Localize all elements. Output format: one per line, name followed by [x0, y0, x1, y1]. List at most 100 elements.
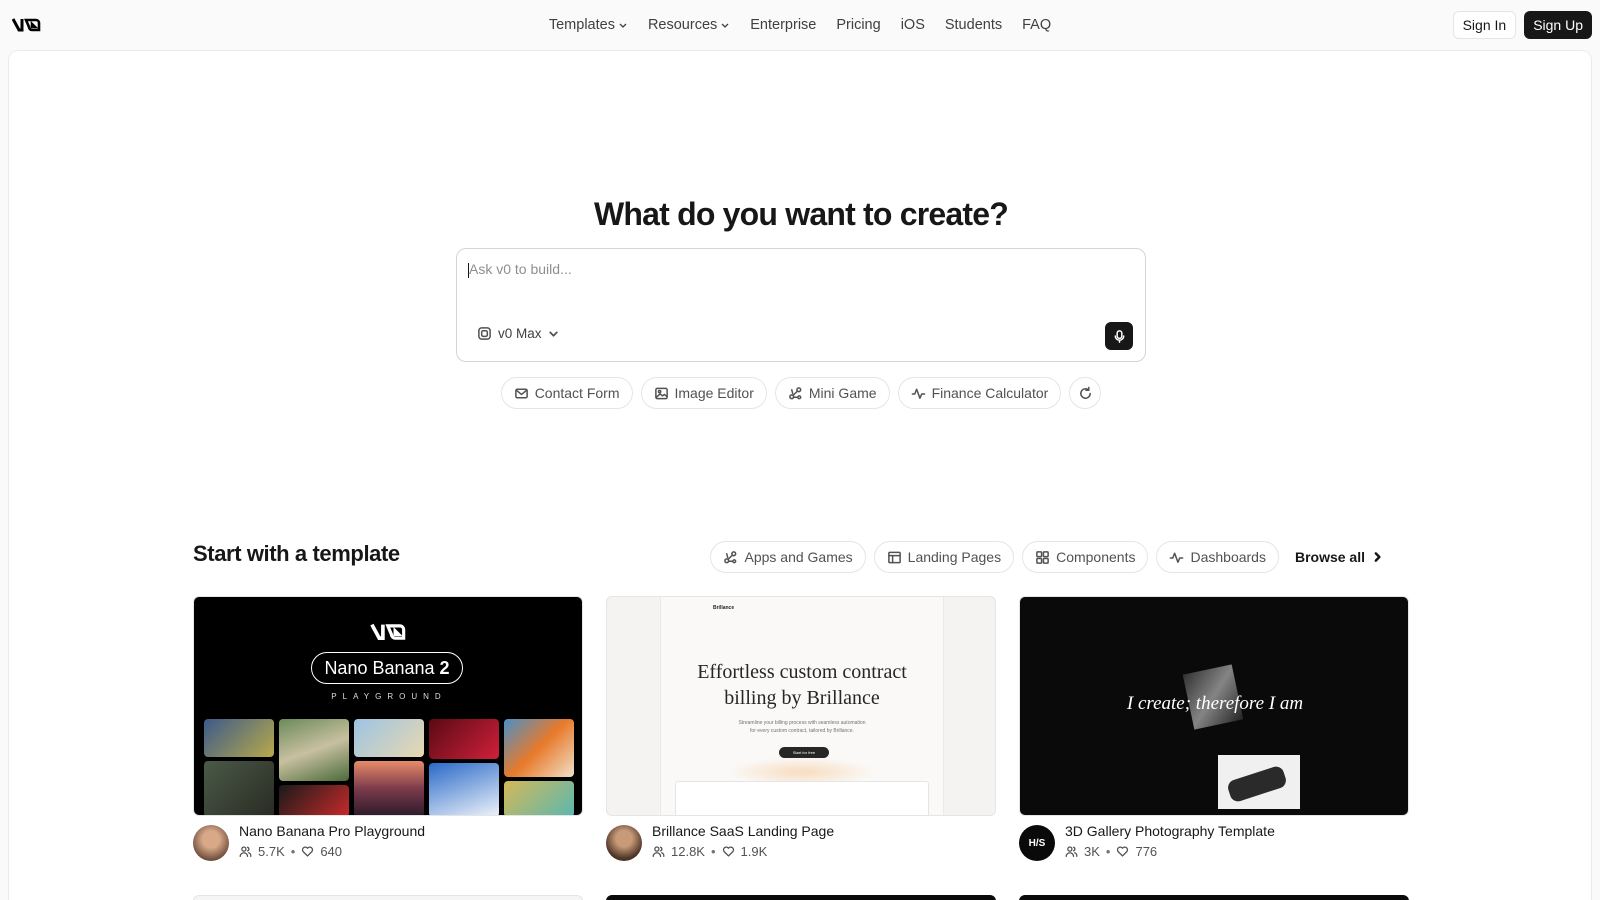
prompt-input[interactable] [469, 261, 1069, 277]
chevron-right-icon [1374, 552, 1381, 562]
nav-ios[interactable]: iOS [891, 10, 935, 40]
nav-enterprise[interactable]: Enterprise [740, 10, 826, 40]
users-icon [239, 846, 252, 858]
template-thumbnail[interactable]: I create; therefore I am [1019, 596, 1409, 816]
top-nav: Templates Resources Enterprise Pricing i… [0, 0, 1600, 50]
chevron-down-icon [721, 23, 729, 28]
filter-landing-pages[interactable]: Landing Pages [873, 541, 1015, 573]
template-card-peek[interactable] [606, 895, 996, 900]
template-card[interactable]: Brillance Effortless custom contract bil… [606, 596, 996, 861]
template-cards-row-2 [193, 895, 1409, 900]
main-panel: What do you want to create? v0 Max Conta… [8, 50, 1592, 900]
activity-icon [911, 388, 925, 399]
card-title[interactable]: Nano Banana Pro Playground [239, 823, 425, 839]
nav-links: Templates Resources Enterprise Pricing i… [0, 0, 1600, 50]
nav-templates[interactable]: Templates [539, 10, 638, 40]
image-icon [654, 387, 668, 399]
gallery-tile [504, 719, 574, 777]
preview-brand: Brillance [713, 605, 735, 611]
model-selector[interactable]: v0 Max [477, 326, 559, 341]
hero-title: What do you want to create? [594, 196, 1009, 232]
card-meta: Brillance SaaS Landing Page 12.8K • 1.9K [606, 823, 996, 861]
mail-icon [514, 388, 528, 398]
layout-icon [887, 551, 901, 563]
refresh-icon [1079, 386, 1091, 399]
nav-students[interactable]: Students [935, 10, 1012, 40]
gallery-tile [354, 761, 424, 815]
card-title[interactable]: Brillance SaaS Landing Page [652, 823, 834, 839]
avatar[interactable] [193, 825, 229, 861]
suggestion-chips: Contact Form Image Editor Mini Game Fina… [9, 377, 1593, 409]
suggestion-finance-calculator[interactable]: Finance Calculator [897, 377, 1062, 409]
suggestion-mini-game[interactable]: Mini Game [774, 377, 890, 409]
template-cards: Nano Banana 2 PLAYGROUND Nano Banana Pro [193, 596, 1409, 861]
suggestion-image-editor[interactable]: Image Editor [640, 377, 767, 409]
thumbnail-badge: Nano Banana 2 [311, 652, 463, 684]
gallery-tile [504, 781, 574, 815]
filter-dashboards[interactable]: Dashboards [1156, 541, 1279, 573]
likes-count: 1.9K [740, 844, 768, 859]
chevron-down-icon [548, 331, 558, 337]
preview-app-window [675, 781, 929, 815]
avatar[interactable] [606, 825, 642, 861]
users-count: 3K [1084, 844, 1100, 859]
likes-count: 776 [1135, 844, 1158, 859]
template-card[interactable]: I create; therefore I am H/S 3D Gallery … [1019, 596, 1409, 861]
heart-icon[interactable] [301, 845, 314, 858]
nav-faq[interactable]: FAQ [1012, 10, 1061, 40]
card-meta: H/S 3D Gallery Photography Template 3K •… [1019, 823, 1409, 861]
v0-logo [370, 623, 406, 640]
voice-input-button[interactable] [1105, 322, 1133, 350]
nodes-icon [724, 550, 737, 563]
card-title[interactable]: 3D Gallery Photography Template [1065, 823, 1275, 839]
likes-count: 640 [320, 844, 343, 859]
activity-icon [1170, 552, 1184, 563]
preview-photo [1218, 755, 1300, 809]
microphone-icon [1114, 329, 1124, 343]
nav-resources[interactable]: Resources [638, 10, 740, 40]
gallery-tile [279, 719, 349, 781]
template-card-peek[interactable] [1019, 895, 1409, 900]
browse-all-link[interactable]: Browse all [1295, 549, 1389, 565]
nav-pricing[interactable]: Pricing [826, 10, 890, 40]
chevron-down-icon [619, 23, 627, 28]
preview-headline: Effortless custom contract billing by Br… [697, 661, 907, 709]
templates-section-title: Start with a template [193, 541, 400, 566]
separator: • [1105, 844, 1111, 859]
gallery-tile [429, 719, 499, 759]
separator: • [290, 844, 296, 859]
template-card[interactable]: Nano Banana 2 PLAYGROUND Nano Banana Pro [193, 596, 583, 861]
template-card-peek[interactable] [193, 895, 583, 900]
model-label: v0 Max [498, 326, 542, 341]
gallery-tile [204, 761, 274, 815]
template-thumbnail[interactable]: Brillance Effortless custom contract bil… [606, 596, 996, 816]
suggestion-contact-form[interactable]: Contact Form [500, 377, 633, 409]
camera-shape [1226, 764, 1288, 804]
text-caret [468, 263, 469, 278]
template-filters: Apps and Games Landing Pages Components … [710, 541, 1389, 573]
card-stats: 3K • 776 [1065, 844, 1275, 859]
preview-quote: I create; therefore I am [1126, 693, 1304, 714]
heart-icon[interactable] [722, 845, 735, 858]
users-count: 5.7K [258, 844, 285, 859]
card-stats: 5.7K • 640 [239, 844, 425, 859]
avatar[interactable]: H/S [1019, 825, 1055, 861]
model-icon [478, 327, 491, 340]
template-thumbnail[interactable]: Nano Banana 2 PLAYGROUND [193, 596, 583, 816]
sign-in-button[interactable]: Sign In [1452, 11, 1517, 39]
gallery-tile [204, 719, 274, 757]
thumbnail-subtitle: PLAYGROUND [331, 692, 447, 701]
users-icon [1065, 846, 1078, 858]
refresh-suggestions-button[interactable] [1069, 377, 1102, 409]
filter-components[interactable]: Components [1022, 541, 1149, 573]
sign-up-button[interactable]: Sign Up [1524, 11, 1592, 39]
preview-subtext: Streamline your billing process with sea… [738, 720, 866, 734]
auth-buttons: Sign In Sign Up [1452, 11, 1592, 39]
filter-apps-and-games[interactable]: Apps and Games [710, 541, 866, 573]
card-meta: Nano Banana Pro Playground 5.7K • 640 [193, 823, 583, 861]
heart-icon[interactable] [1116, 845, 1129, 858]
nodes-icon [789, 386, 802, 399]
users-count: 12.8K [671, 844, 705, 859]
separator: • [710, 844, 716, 859]
prompt-box[interactable]: v0 Max [456, 248, 1146, 362]
